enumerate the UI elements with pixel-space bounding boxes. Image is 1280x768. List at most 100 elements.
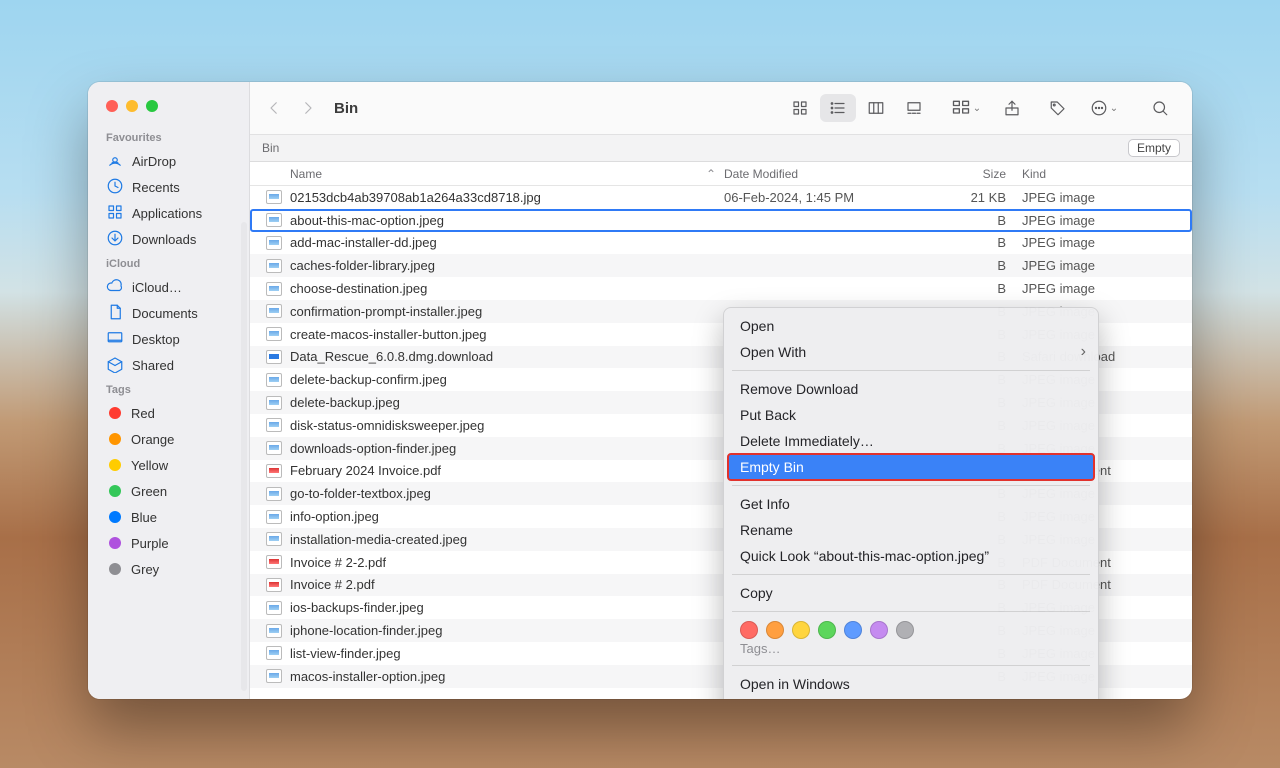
ctx-tag-color[interactable] [792, 621, 810, 639]
tag-icon [1049, 99, 1067, 117]
tags-button[interactable] [1042, 94, 1074, 122]
file-size: B [926, 281, 1022, 296]
column-name[interactable]: Name [290, 167, 322, 181]
ctx-get-info[interactable]: Get Info [724, 491, 1098, 517]
column-view-button[interactable] [858, 94, 894, 122]
file-size: B [926, 213, 1022, 228]
file-icon [266, 304, 282, 318]
table-row[interactable]: caches-folder-library.jpegBJPEG image [250, 254, 1192, 277]
sidebar-item-red[interactable]: Red [88, 400, 249, 426]
tag-dot-icon [109, 485, 121, 497]
ctx-open[interactable]: Open [724, 313, 1098, 339]
file-name: February 2024 Invoice.pdf [290, 463, 441, 478]
ctx-tag-color[interactable] [766, 621, 784, 639]
file-icon [266, 190, 282, 204]
sidebar-item-green[interactable]: Green [88, 478, 249, 504]
ctx-copy[interactable]: Copy [724, 580, 1098, 606]
path-crumb[interactable]: Bin [262, 141, 279, 155]
file-name: choose-destination.jpeg [290, 281, 427, 296]
recents-icon [106, 177, 124, 198]
sidebar-item-applications[interactable]: Applications [88, 200, 249, 226]
sidebar-item-downloads[interactable]: Downloads [88, 226, 249, 252]
close-button[interactable] [106, 100, 118, 112]
list-icon [829, 99, 847, 117]
column-header: Name ⌃ Date Modified Size Kind [250, 162, 1192, 186]
column-size[interactable]: Size [926, 167, 1022, 181]
ctx-tag-color[interactable] [844, 621, 862, 639]
ctx-rename[interactable]: Rename [724, 517, 1098, 543]
table-row[interactable]: choose-destination.jpegBJPEG image [250, 277, 1192, 300]
ctx-reveal-in-windows[interactable]: Reveal in Windows [724, 697, 1098, 699]
sidebar-item-grey[interactable]: Grey [88, 556, 249, 582]
tag-dot-icon [109, 563, 121, 575]
table-row[interactable]: about-this-mac-option.jpegBJPEG image [250, 209, 1192, 232]
file-name: add-mac-installer-dd.jpeg [290, 235, 437, 250]
search-button[interactable] [1144, 94, 1176, 122]
file-icon [266, 532, 282, 546]
table-row[interactable]: add-mac-installer-dd.jpegBJPEG image [250, 232, 1192, 255]
path-bar: Bin Empty [250, 134, 1192, 162]
sidebar-item-desktop[interactable]: Desktop [88, 326, 249, 352]
sidebar-scrollbar[interactable] [241, 222, 247, 691]
apps-icon [106, 203, 124, 224]
sidebar-item-label: Red [131, 406, 155, 421]
table-row[interactable]: 02153dcb4ab39708ab1a264a33cd8718.jpg06-F… [250, 186, 1192, 209]
file-icon [266, 464, 282, 478]
sidebar-item-label: Documents [132, 306, 198, 321]
sidebar-item-label: iCloud… [132, 280, 182, 295]
ctx-tag-color[interactable] [818, 621, 836, 639]
sidebar-item-recents[interactable]: Recents [88, 174, 249, 200]
sidebar-group-title: Favourites [88, 126, 249, 148]
ctx-tag-color[interactable] [870, 621, 888, 639]
ctx-put-back[interactable]: Put Back [724, 402, 1098, 428]
action-button[interactable]: ⌄ [1088, 94, 1120, 122]
file-icon [266, 327, 282, 341]
ctx-open-in-windows[interactable]: Open in Windows [724, 671, 1098, 697]
window-controls [88, 94, 249, 126]
context-menu: Open Open With Remove Download Put Back … [723, 307, 1099, 699]
ctx-tags-label[interactable]: Tags… [724, 641, 1098, 660]
file-size: B [926, 258, 1022, 273]
desktop-icon [106, 329, 124, 350]
columns-icon [867, 99, 885, 117]
forward-button[interactable] [294, 94, 322, 122]
file-kind: JPEG image [1022, 190, 1180, 205]
ctx-open-with[interactable]: Open With [724, 339, 1098, 365]
column-date[interactable]: Date Modified [724, 167, 926, 181]
ctx-tag-color[interactable] [740, 621, 758, 639]
sidebar-item-documents[interactable]: Documents [88, 300, 249, 326]
ctx-delete-immediately[interactable]: Delete Immediately… [724, 428, 1098, 454]
file-name: iphone-location-finder.jpeg [290, 623, 443, 638]
gallery-view-button[interactable] [896, 94, 932, 122]
minimize-button[interactable] [126, 100, 138, 112]
sidebar-item-icloud-[interactable]: iCloud… [88, 274, 249, 300]
sidebar-item-airdrop[interactable]: AirDrop [88, 148, 249, 174]
file-icon [266, 282, 282, 296]
sidebar-item-label: Yellow [131, 458, 168, 473]
file-icon [266, 213, 282, 227]
icon-view-button[interactable] [782, 94, 818, 122]
list-view-button[interactable] [820, 94, 856, 122]
ctx-quick-look[interactable]: Quick Look “about-this-mac-option.jpeg” [724, 543, 1098, 569]
sort-ascending-icon[interactable]: ⌃ [706, 167, 716, 181]
sidebar-item-purple[interactable]: Purple [88, 530, 249, 556]
share-button[interactable] [996, 94, 1028, 122]
file-icon [266, 555, 282, 569]
file-icon [266, 236, 282, 250]
ctx-separator [732, 665, 1090, 666]
sidebar-item-shared[interactable]: Shared [88, 352, 249, 378]
sidebar-item-blue[interactable]: Blue [88, 504, 249, 530]
sidebar-item-label: Recents [132, 180, 180, 195]
column-kind[interactable]: Kind [1022, 167, 1180, 181]
ctx-remove-download[interactable]: Remove Download [724, 376, 1098, 402]
sidebar-item-yellow[interactable]: Yellow [88, 452, 249, 478]
empty-bin-button[interactable]: Empty [1128, 139, 1180, 157]
sidebar-item-orange[interactable]: Orange [88, 426, 249, 452]
back-button[interactable] [260, 94, 288, 122]
file-name: Invoice # 2.pdf [290, 577, 375, 592]
zoom-button[interactable] [146, 100, 158, 112]
ctx-tag-color[interactable] [896, 621, 914, 639]
ctx-empty-bin[interactable]: Empty Bin [728, 454, 1094, 480]
group-by-button[interactable]: ⌄ [950, 94, 982, 122]
file-name: delete-backup.jpeg [290, 395, 400, 410]
